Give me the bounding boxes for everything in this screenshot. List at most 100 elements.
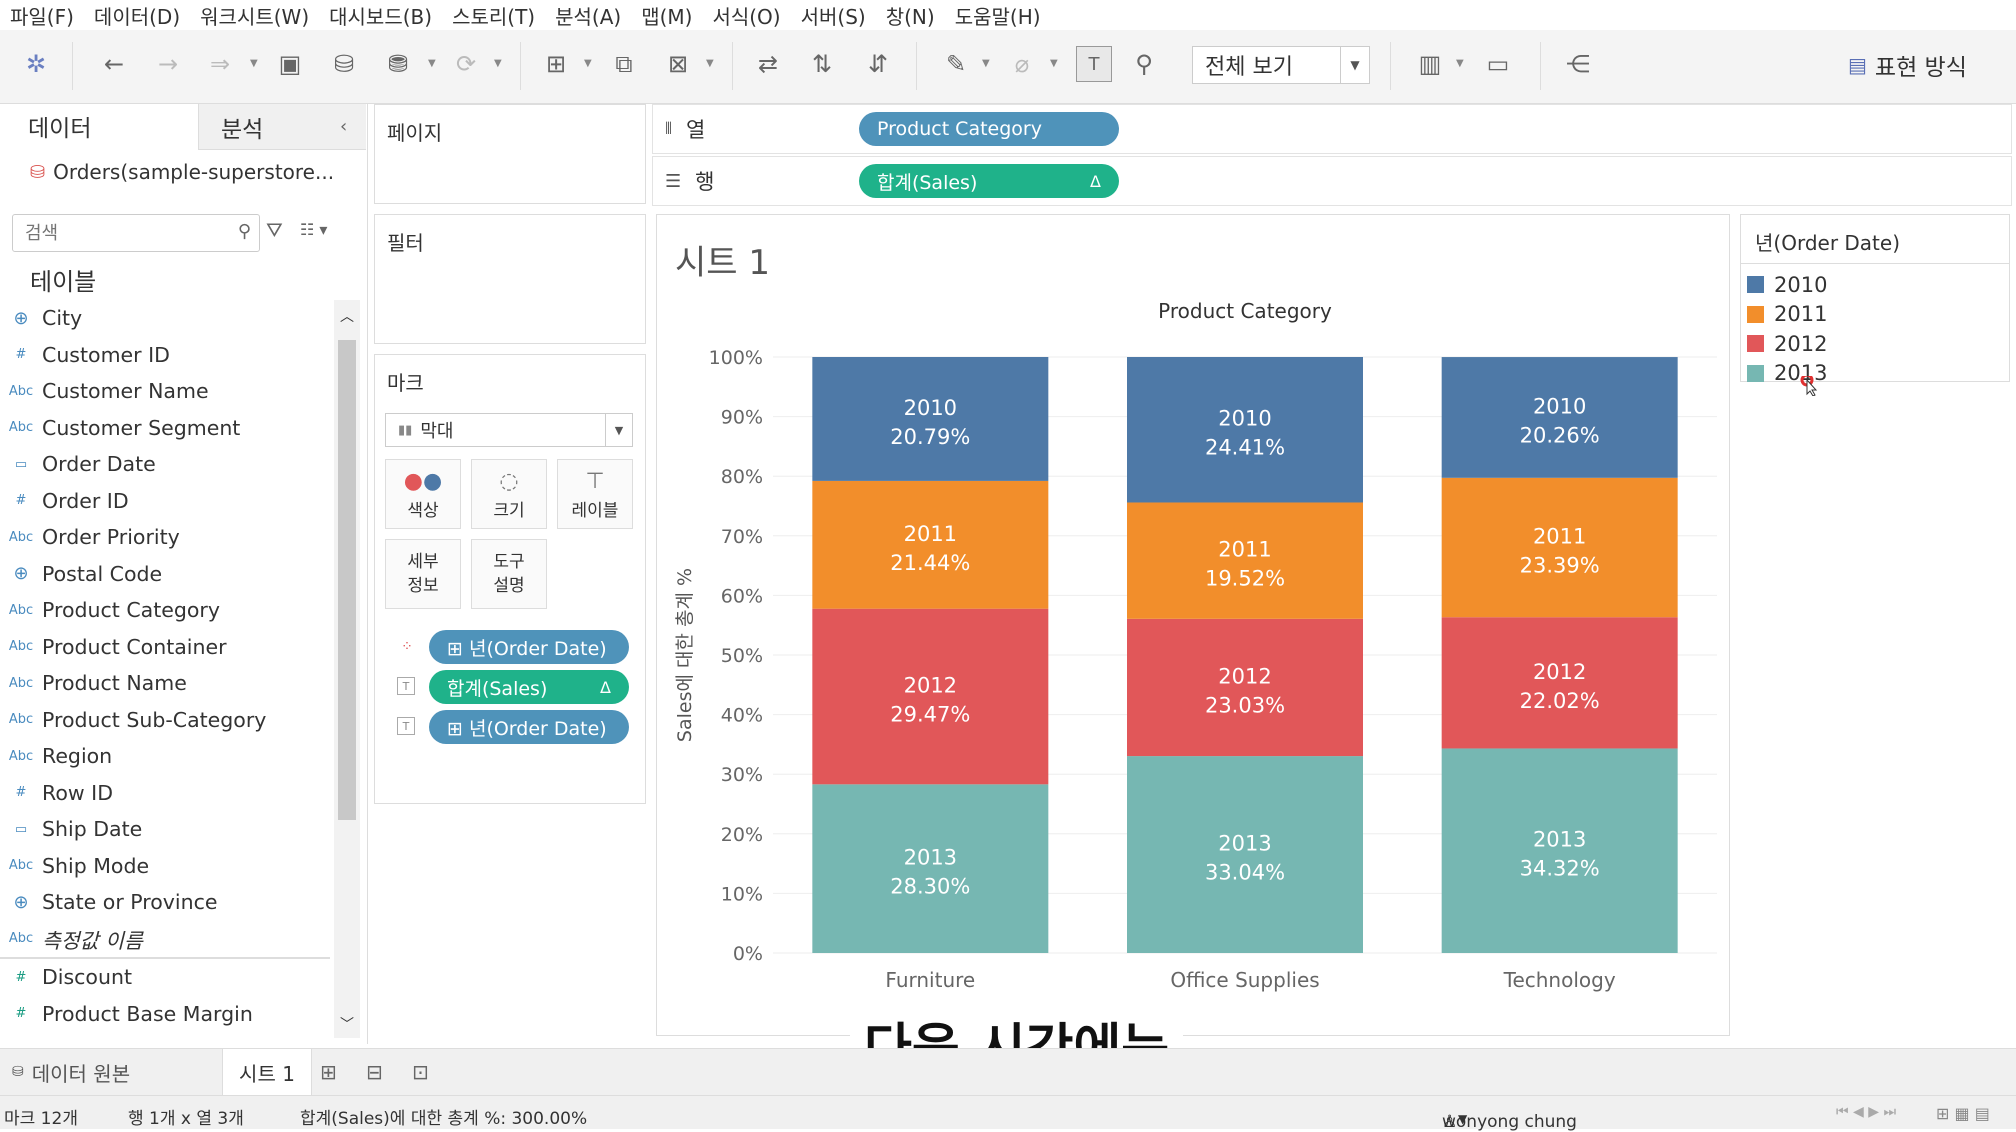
str-type-icon: Abc bbox=[8, 675, 34, 691]
menu-item[interactable]: 워크시트(W) bbox=[190, 1, 319, 30]
tooltip-button[interactable]: 도구 설명 bbox=[471, 539, 547, 609]
undo-icon[interactable]: ← bbox=[96, 46, 132, 82]
scroll-up-icon[interactable]: ︿ bbox=[340, 306, 354, 326]
search-icon[interactable]: ⚲ bbox=[238, 221, 251, 242]
share-icon[interactable]: ⋲ bbox=[1560, 46, 1596, 82]
field-list-scrollbar[interactable]: ︿ ﹀ bbox=[334, 300, 360, 1038]
field-item[interactable]: ⊕ City bbox=[0, 300, 330, 337]
field-item[interactable]: # Product Base Margin bbox=[0, 996, 330, 1033]
field-item[interactable]: # Discount bbox=[0, 959, 330, 996]
rows-shelf[interactable]: ☰ 행 합계(Sales) Δ bbox=[652, 156, 2012, 206]
new-worksheet-icon[interactable]: ⊞ bbox=[320, 1049, 337, 1095]
scroll-thumb[interactable] bbox=[338, 340, 356, 820]
swap-rows-columns-icon[interactable]: ⇄ bbox=[750, 46, 786, 82]
field-item[interactable]: Abc 측정값 이름 bbox=[0, 921, 330, 959]
field-item[interactable]: ⊕ State or Province bbox=[0, 884, 330, 921]
x-tick-label: Technology bbox=[1503, 968, 1616, 992]
filters-card[interactable]: 필터 bbox=[374, 214, 646, 344]
menu-item[interactable]: 분석(A) bbox=[545, 1, 631, 30]
color-button[interactable]: ●● 색상 bbox=[385, 459, 461, 529]
sort-descending-icon[interactable]: ⇵ bbox=[860, 46, 896, 82]
legend-label: 2011 bbox=[1774, 302, 1828, 327]
show-cards-icon[interactable]: ▥ bbox=[1412, 46, 1448, 82]
menu-item[interactable]: 데이터(D) bbox=[84, 1, 190, 30]
field-item[interactable]: # Row ID bbox=[0, 775, 330, 812]
detail-button[interactable]: 세부 정보 bbox=[385, 539, 461, 609]
columns-pill-product-category[interactable]: Product Category bbox=[859, 112, 1119, 146]
mark-type-select[interactable]: ▮▮ 막대 ▼ bbox=[385, 413, 633, 447]
refresh-icon[interactable]: ⟳ bbox=[448, 46, 484, 82]
view-options-icon[interactable]: ☷ ▾ bbox=[300, 220, 327, 239]
label-button[interactable]: ⊤ 레이블 bbox=[557, 459, 633, 529]
sheet-nav-icon[interactable]: ⏮ ◀ ▶ ⏭ bbox=[1836, 1104, 1896, 1120]
menu-item[interactable]: 대시보드(B) bbox=[319, 1, 442, 30]
new-datasource-icon[interactable]: ⛁ bbox=[326, 46, 362, 82]
redo-icon[interactable]: → bbox=[150, 46, 186, 82]
field-item[interactable]: Abc Product Sub-Category bbox=[0, 702, 330, 739]
field-item[interactable]: Abc Order Priority bbox=[0, 519, 330, 556]
group-members-icon[interactable]: ⌀ bbox=[1004, 46, 1040, 82]
rows-pill-sales[interactable]: 합계(Sales) Δ bbox=[859, 164, 1119, 198]
field-item[interactable]: ⊕ Postal Code bbox=[0, 556, 330, 593]
filter-icon[interactable]: ⛛ bbox=[266, 218, 283, 242]
view-mode-icon[interactable]: ⊞ ▦ ▤ bbox=[1936, 1104, 1990, 1123]
legend-item[interactable]: 2012 bbox=[1741, 329, 2009, 359]
datasource-item[interactable]: ⛁ Orders(sample-superstore... bbox=[30, 160, 334, 184]
legend-item[interactable]: 2013 bbox=[1741, 359, 2009, 389]
marks-pill-sales-label[interactable]: 합계(Sales) Δ bbox=[429, 670, 629, 704]
legend-swatch bbox=[1747, 276, 1764, 294]
tab-sheet-1[interactable]: 시트 1 bbox=[222, 1049, 312, 1095]
replay-icon[interactable]: ⇒ bbox=[202, 46, 238, 82]
legend-item[interactable]: 2011 bbox=[1741, 300, 2009, 330]
field-item[interactable]: Abc Product Category bbox=[0, 592, 330, 629]
save-icon[interactable]: ▣ bbox=[272, 46, 308, 82]
fix-axes-icon[interactable]: ⚲ bbox=[1126, 46, 1162, 82]
scroll-down-icon[interactable]: ﹀ bbox=[340, 1014, 354, 1034]
menu-item[interactable]: 파일(F) bbox=[0, 1, 84, 30]
bar-series-label: 2010 bbox=[904, 396, 957, 420]
field-item[interactable]: # Customer ID bbox=[0, 337, 330, 374]
collapse-pane-icon[interactable]: ‹ bbox=[340, 116, 347, 137]
new-dashboard-icon[interactable]: ⊟ bbox=[366, 1049, 383, 1095]
menu-item[interactable]: 창(N) bbox=[876, 1, 945, 30]
clear-sheet-icon[interactable]: ⊠ bbox=[660, 46, 696, 82]
legend-item[interactable]: 2010 bbox=[1741, 270, 2009, 300]
menu-item[interactable]: 스토리(T) bbox=[442, 1, 545, 30]
search-input[interactable] bbox=[23, 215, 227, 251]
field-item[interactable]: Abc Product Container bbox=[0, 629, 330, 666]
field-item[interactable]: ▭ Ship Date bbox=[0, 811, 330, 848]
legend-title[interactable]: 년(Order Date) bbox=[1755, 227, 1900, 256]
tab-datasource[interactable]: ⛁ 데이터 원본 bbox=[12, 1049, 130, 1095]
fit-select[interactable]: 전체 보기 ▼ bbox=[1192, 46, 1370, 84]
measure-type-icon: # bbox=[15, 969, 27, 985]
show-me-button[interactable]: ▤ 표현 방식 bbox=[1848, 46, 1967, 84]
presentation-mode-icon[interactable]: ▭ bbox=[1480, 46, 1516, 82]
menu-bar: 파일(F) 데이터(D) 워크시트(W) 대시보드(B) 스토리(T) 분석(A) 맵(M)… bbox=[0, 0, 2016, 30]
pause-updates-icon[interactable]: ⛃ bbox=[380, 46, 416, 82]
menu-item[interactable]: 서식(O) bbox=[702, 1, 790, 30]
marks-pill-year-color[interactable]: ⊞ 년(Order Date) bbox=[429, 630, 629, 664]
field-item[interactable]: # Order ID bbox=[0, 483, 330, 520]
field-item[interactable]: Abc Region bbox=[0, 738, 330, 775]
menu-item[interactable]: 도움말(H) bbox=[945, 1, 1051, 30]
columns-shelf[interactable]: ⦀ 열 Product Category bbox=[652, 104, 2012, 154]
field-item[interactable]: Abc Product Name bbox=[0, 665, 330, 702]
new-worksheet-icon[interactable]: ⊞ bbox=[538, 46, 574, 82]
field-item[interactable]: ▭ Order Date bbox=[0, 446, 330, 483]
field-item[interactable]: Abc Customer Name bbox=[0, 373, 330, 410]
sort-ascending-icon[interactable]: ⇅ bbox=[804, 46, 840, 82]
highlight-icon[interactable]: ✎ bbox=[938, 46, 974, 82]
size-button[interactable]: ◌ 크기 bbox=[471, 459, 547, 529]
duplicate-sheet-icon[interactable]: ⧉ bbox=[606, 46, 642, 82]
text-icon: ⊤ bbox=[585, 468, 605, 494]
tab-data[interactable]: 데이터 bbox=[0, 104, 198, 150]
marks-pill-year-label[interactable]: ⊞ 년(Order Date) bbox=[429, 710, 629, 744]
field-item[interactable]: Abc Customer Segment bbox=[0, 410, 330, 447]
field-item[interactable]: Abc Ship Mode bbox=[0, 848, 330, 885]
menu-item[interactable]: 서버(S) bbox=[791, 1, 876, 30]
new-story-icon[interactable]: ⊡ bbox=[412, 1049, 429, 1095]
tableau-logo-icon[interactable]: ✲ bbox=[18, 46, 54, 82]
menu-item[interactable]: 맵(M) bbox=[631, 1, 702, 30]
show-mark-labels-icon[interactable]: T bbox=[1076, 46, 1112, 82]
pages-card[interactable]: 페이지 bbox=[374, 104, 646, 204]
